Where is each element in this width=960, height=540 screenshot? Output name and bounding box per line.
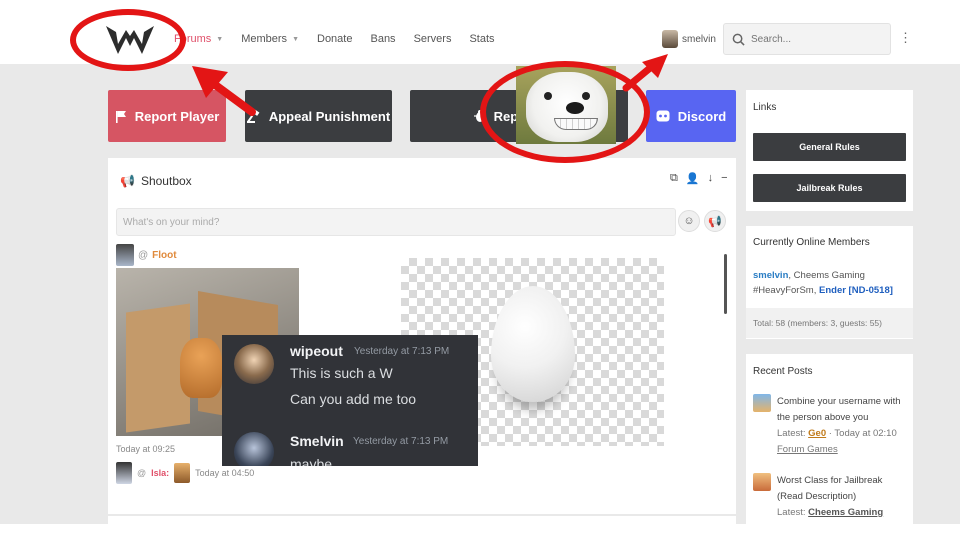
flag-icon bbox=[115, 110, 126, 123]
discord-message: Can you add me too bbox=[290, 391, 417, 407]
online-members-title: Currently Online Members bbox=[753, 237, 870, 248]
nav-donate[interactable]: Donate bbox=[317, 33, 352, 45]
next-panel-edge bbox=[108, 516, 736, 526]
message-header: @ Floot bbox=[116, 244, 177, 266]
discord-author: Smelvin bbox=[290, 433, 344, 449]
nav-donate-label: Donate bbox=[317, 33, 353, 45]
egg bbox=[491, 286, 575, 402]
username-label: smelvin bbox=[682, 33, 716, 45]
nav-members[interactable]: Members ▼ bbox=[241, 33, 299, 45]
gavel-icon bbox=[246, 109, 260, 123]
forum-link[interactable]: Forum Games bbox=[777, 442, 907, 458]
post-time: Today at 02:10 bbox=[834, 428, 897, 439]
recent-post-body: Combine your username with the person ab… bbox=[777, 394, 907, 458]
arrow-down-icon[interactable]: ↓ bbox=[708, 172, 714, 185]
discord-label: Discord bbox=[677, 108, 727, 124]
post-title[interactable]: Worst Class for Jailbreak (Read Descript… bbox=[777, 473, 907, 505]
mention-symbol: @ bbox=[138, 249, 149, 261]
main-nav: Forums ▼ Members ▼ Donate Bans Servers Sta… bbox=[174, 33, 513, 45]
more-options-icon[interactable]: ⋮ bbox=[899, 30, 912, 46]
latest-user-link[interactable]: Cheems Gaming bbox=[808, 507, 883, 518]
online-members-panel: Currently Online Members smelvin, Cheems… bbox=[746, 226, 913, 339]
message-author[interactable]: Floot bbox=[152, 250, 176, 261]
member-link[interactable]: Cheems Gaming bbox=[794, 270, 865, 281]
nav-stats[interactable]: Stats bbox=[469, 33, 494, 45]
shoutbox-title: Shoutbox bbox=[140, 174, 192, 188]
shoutbox-tools: ⧉ 👤 ↓ − bbox=[670, 172, 728, 185]
send-megaphone-icon[interactable]: 📢 bbox=[704, 210, 726, 232]
cat bbox=[180, 338, 222, 398]
discord-chat-overlay: wipeout Yesterday at 7:13 PM This is suc… bbox=[222, 335, 478, 466]
minimize-icon[interactable]: − bbox=[721, 172, 727, 185]
general-rules-button[interactable]: General Rules bbox=[753, 133, 906, 161]
nav-bans-label: Bans bbox=[370, 33, 396, 45]
shoutbox-header: 📢 Shoutbox bbox=[120, 174, 192, 188]
separator: , bbox=[788, 270, 792, 281]
search-box[interactable] bbox=[723, 23, 891, 55]
discord-icon bbox=[656, 110, 670, 122]
shoutbox-scrollbar[interactable] bbox=[724, 254, 727, 314]
chevron-down-icon: ▼ bbox=[292, 35, 299, 43]
latest-label: Latest: bbox=[777, 507, 806, 518]
message-author[interactable]: Isla: bbox=[151, 468, 169, 478]
message-timestamp: Today at 04:50 bbox=[195, 468, 255, 478]
avatar[interactable] bbox=[116, 244, 134, 266]
search-icon bbox=[732, 33, 745, 46]
post-meta: Latest: Cheems Gaming bbox=[777, 505, 907, 521]
avatar bbox=[234, 344, 274, 384]
jailbreak-rules-button[interactable]: Jailbreak Rules bbox=[753, 174, 906, 202]
avatar[interactable] bbox=[174, 463, 191, 483]
recent-posts-title: Recent Posts bbox=[753, 366, 813, 377]
recent-posts-panel: Recent Posts Combine your username with … bbox=[746, 354, 913, 524]
report-player-label: Report Player bbox=[134, 108, 220, 124]
discord-timestamp: Yesterday at 7:13 PM bbox=[353, 436, 449, 447]
links-panel: Links General Rules Jailbreak Rules bbox=[746, 90, 913, 211]
online-members-list: smelvin, Cheems Gaming #HeavyForSm, Ende… bbox=[753, 268, 909, 298]
megaphone-icon: 📢 bbox=[120, 174, 135, 188]
avatar bbox=[662, 30, 678, 48]
links-title: Links bbox=[753, 102, 777, 113]
discord-message: This is such a W bbox=[290, 365, 393, 381]
recent-post-body: Worst Class for Jailbreak (Read Descript… bbox=[777, 473, 907, 521]
user-icon[interactable]: 👤 bbox=[686, 172, 700, 185]
nav-servers[interactable]: Servers bbox=[414, 33, 452, 45]
post-meta: Latest: Ge0 · Today at 02:10 bbox=[777, 428, 897, 439]
message-timestamp: Today at 09:25 bbox=[116, 444, 176, 454]
recent-post-item[interactable]: Worst Class for Jailbreak (Read Descript… bbox=[753, 473, 907, 521]
recent-post-item[interactable]: Combine your username with the person ab… bbox=[753, 394, 907, 458]
annotation-circle bbox=[70, 9, 186, 71]
user-menu[interactable]: smelvin bbox=[662, 30, 716, 48]
smiley-icon[interactable]: ☺ bbox=[678, 210, 700, 232]
search-input[interactable] bbox=[751, 33, 871, 45]
annotation-circle bbox=[480, 61, 650, 163]
member-link[interactable]: smelvin bbox=[753, 270, 788, 281]
member-link[interactable]: Ender [ND-0518] bbox=[819, 285, 893, 296]
online-total: Total: 58 (members: 3, guests: 55) bbox=[746, 308, 913, 338]
discord-author: wipeout bbox=[290, 343, 343, 359]
appeal-punishment-label: Appeal Punishment bbox=[268, 108, 391, 124]
avatar bbox=[753, 394, 771, 412]
avatar bbox=[753, 473, 771, 491]
report-player-button[interactable]: Report Player bbox=[108, 90, 226, 142]
discord-button[interactable]: Discord bbox=[646, 90, 736, 142]
latest-label: Latest: bbox=[777, 428, 806, 439]
nav-stats-label: Stats bbox=[469, 33, 495, 45]
mention-symbol: @ bbox=[137, 468, 147, 478]
post-title[interactable]: Combine your username with the person ab… bbox=[777, 394, 907, 426]
nav-bans[interactable]: Bans bbox=[370, 33, 395, 45]
shoutbox-input[interactable]: What's on your mind? bbox=[116, 208, 676, 236]
discord-message: maybe bbox=[290, 456, 333, 466]
popout-icon[interactable]: ⧉ bbox=[670, 172, 678, 185]
appeal-punishment-button[interactable]: Appeal Punishment bbox=[245, 90, 392, 142]
chevron-down-icon: ▼ bbox=[216, 35, 224, 43]
discord-timestamp: Yesterday at 7:13 PM bbox=[354, 346, 450, 357]
latest-user-link[interactable]: Ge0 bbox=[808, 428, 826, 439]
avatar[interactable] bbox=[116, 462, 132, 484]
member-link[interactable]: #HeavyForSm bbox=[753, 285, 814, 296]
separator: , bbox=[813, 285, 817, 296]
nav-servers-label: Servers bbox=[413, 33, 452, 45]
avatar bbox=[234, 432, 274, 466]
nav-members-label: Members bbox=[241, 33, 288, 45]
